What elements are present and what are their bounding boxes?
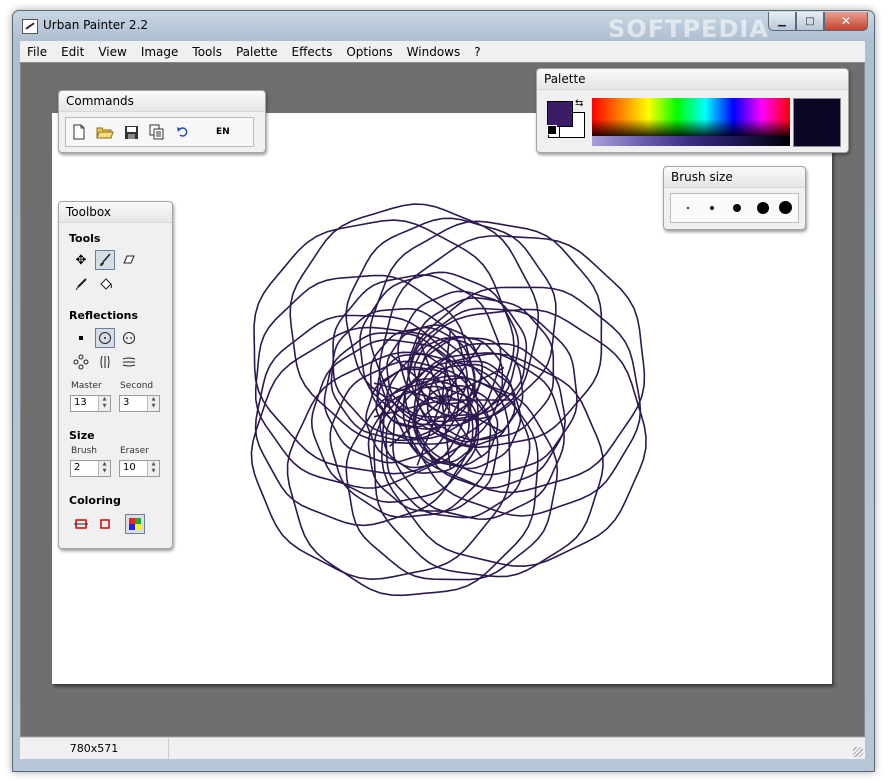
master-value: 13	[74, 397, 87, 408]
brush-size-5-icon[interactable]	[779, 201, 792, 214]
reflection-none-icon[interactable]	[71, 328, 91, 348]
minimize-button[interactable]: ▁	[768, 12, 796, 31]
brush-size-1-icon[interactable]	[687, 207, 689, 209]
maximize-icon: □	[805, 15, 815, 27]
eraser-size-value: 10	[123, 462, 136, 473]
reflection-flower-icon[interactable]	[71, 352, 91, 372]
menu-image[interactable]: Image	[134, 45, 186, 59]
master-label: Master	[71, 381, 102, 391]
default-colors-icon[interactable]	[547, 125, 557, 135]
eyedropper-icon[interactable]	[71, 274, 91, 294]
brush-size-stepper[interactable]: 2 ▲ ▼	[70, 460, 111, 477]
brush-icon[interactable]	[95, 250, 115, 270]
swap-colors-icon[interactable]: ⇆	[575, 98, 583, 109]
stepper-up-icon[interactable]: ▲	[148, 396, 159, 403]
undo-icon[interactable]	[170, 121, 196, 143]
new-document-icon[interactable]	[66, 121, 92, 143]
reflection-horizontal-icon[interactable]	[119, 352, 139, 372]
menu-view[interactable]: View	[91, 45, 133, 59]
second-value: 3	[123, 397, 130, 408]
status-bar: 780x571	[20, 737, 865, 759]
menu-options[interactable]: Options	[339, 45, 399, 59]
size-header: Size	[69, 429, 95, 442]
commands-panel-title[interactable]: Commands	[59, 91, 265, 112]
stepper-down-icon[interactable]: ▼	[99, 468, 110, 475]
brush-size-3-icon[interactable]	[733, 204, 741, 212]
brush-size-panel-title[interactable]: Brush size	[664, 167, 805, 188]
coloring-header: Coloring	[69, 494, 121, 507]
menu-tools[interactable]: Tools	[185, 45, 229, 59]
stepper-down-icon[interactable]: ▼	[148, 468, 159, 475]
minimize-icon: ▁	[778, 15, 786, 27]
menu-palette[interactable]: Palette	[229, 45, 285, 59]
toolbox-panel-title[interactable]: Toolbox	[59, 202, 172, 223]
reflection-vertical-icon[interactable]	[95, 352, 115, 372]
second-label: Second	[120, 381, 154, 391]
menu-help[interactable]: ?	[467, 45, 487, 59]
title-bar[interactable]: Urban Painter 2.2 SOFTPEDIA ▁ □ ✕	[13, 11, 874, 43]
brush-size-4-icon[interactable]	[757, 202, 769, 214]
tools-header: Tools	[69, 232, 101, 245]
toolbox-panel: Toolbox Tools ✥ Reflections Master Secon…	[58, 201, 173, 549]
stepper-up-icon[interactable]: ▲	[148, 461, 159, 468]
brush-size-2-icon[interactable]	[710, 206, 714, 210]
menu-effects[interactable]: Effects	[285, 45, 340, 59]
menu-windows[interactable]: Windows	[400, 45, 468, 59]
palette-panel: Palette ⇆	[536, 68, 849, 153]
open-folder-icon[interactable]	[92, 121, 118, 143]
app-icon	[22, 19, 38, 34]
save-icon[interactable]	[118, 121, 144, 143]
menu-bar: File Edit View Image Tools Palette Effec…	[20, 41, 865, 62]
color-spectrum[interactable]	[592, 98, 790, 136]
canvas-size-status: 780x571	[20, 738, 169, 759]
second-stepper[interactable]: 3 ▲ ▼	[119, 395, 160, 412]
resize-grip-icon[interactable]	[853, 747, 863, 757]
brush-label: Brush	[71, 446, 97, 456]
bucket-fill-icon[interactable]	[95, 274, 115, 294]
copy-icon[interactable]	[144, 121, 170, 143]
eraser-size-stepper[interactable]: 10 ▲ ▼	[119, 460, 160, 477]
color-solid-icon[interactable]	[71, 514, 91, 534]
reflection-radial-icon[interactable]	[95, 328, 115, 348]
color-outline-icon[interactable]	[95, 514, 115, 534]
window-title: Urban Painter 2.2	[43, 18, 149, 32]
brush-size-value: 2	[74, 462, 81, 473]
master-stepper[interactable]: 13 ▲ ▼	[70, 395, 111, 412]
language-indicator[interactable]: EN	[216, 127, 230, 137]
reflection-radial-dual-icon[interactable]	[119, 328, 139, 348]
menu-file[interactable]: File	[20, 45, 54, 59]
move-icon[interactable]: ✥	[71, 250, 91, 270]
color-multi-icon[interactable]	[125, 514, 145, 534]
stepper-up-icon[interactable]: ▲	[99, 396, 110, 403]
stepper-down-icon[interactable]: ▼	[99, 403, 110, 410]
close-icon: ✕	[840, 14, 852, 28]
color-preview	[793, 98, 841, 147]
palette-panel-title[interactable]: Palette	[537, 69, 848, 90]
menu-edit[interactable]: Edit	[54, 45, 91, 59]
eraser-icon[interactable]	[119, 250, 139, 270]
stepper-up-icon[interactable]: ▲	[99, 461, 110, 468]
shade-strip[interactable]	[592, 136, 790, 146]
commands-panel: Commands EN	[58, 90, 266, 153]
foreground-color-swatch[interactable]	[547, 101, 573, 127]
close-button[interactable]: ✕	[824, 12, 868, 31]
watermark-text: SOFTPEDIA	[608, 15, 769, 43]
stepper-down-icon[interactable]: ▼	[148, 403, 159, 410]
reflections-header: Reflections	[69, 309, 139, 322]
maximize-button[interactable]: □	[796, 12, 824, 31]
eraser-label: Eraser	[120, 446, 149, 456]
brush-size-panel: Brush size	[663, 166, 806, 230]
